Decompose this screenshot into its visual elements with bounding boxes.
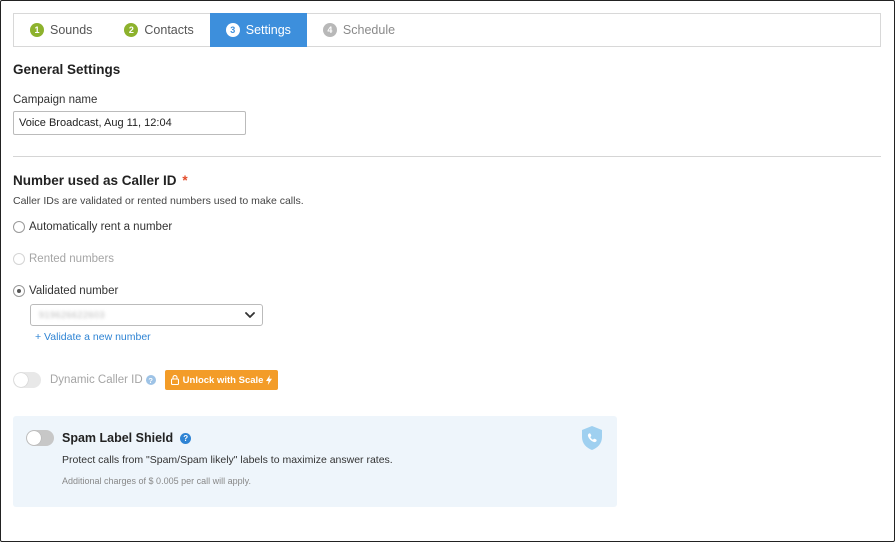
radio-rented-numbers: Rented numbers bbox=[13, 253, 114, 265]
radio-label: Validated number bbox=[29, 285, 119, 297]
validated-number-select[interactable]: 919626622603 bbox=[30, 304, 263, 326]
unlock-button-label: Unlock with Scale bbox=[182, 374, 264, 386]
radio-label: Rented numbers bbox=[29, 253, 115, 265]
caller-id-heading-text: Number used as Caller ID bbox=[13, 173, 177, 188]
lock-icon bbox=[170, 375, 179, 385]
tab-label: Settings bbox=[245, 23, 291, 37]
step-number-badge: 3 bbox=[225, 23, 240, 37]
spam-shield-toggle[interactable] bbox=[26, 430, 54, 446]
campaign-name-input[interactable] bbox=[13, 111, 246, 135]
dynamic-caller-id-label: Dynamic Caller ID bbox=[50, 374, 143, 386]
radio-button[interactable] bbox=[13, 285, 25, 297]
tab-schedule[interactable]: 4 Schedule bbox=[307, 14, 411, 46]
tab-sounds[interactable]: 1 Sounds bbox=[14, 14, 108, 46]
help-icon[interactable]: ? bbox=[145, 375, 156, 385]
unlock-with-scale-button[interactable]: Unlock with Scale bbox=[164, 370, 279, 390]
tab-settings[interactable]: 3 Settings bbox=[209, 13, 307, 47]
spam-shield-charges-note: Additional charges of $ 0.005 per call w… bbox=[62, 476, 251, 486]
dynamic-caller-id-row: Dynamic Caller ID ? Unlock with Scale bbox=[13, 370, 279, 390]
tab-label: Contacts bbox=[144, 23, 194, 37]
spam-label-shield-panel: Spam Label Shield ? Protect calls from "… bbox=[13, 416, 617, 507]
step-number-badge: 2 bbox=[124, 23, 139, 37]
validate-new-number-link[interactable]: + Validate a new number bbox=[35, 331, 151, 343]
dynamic-caller-id-toggle[interactable] bbox=[13, 372, 41, 388]
radio-validated-number[interactable]: Validated number bbox=[13, 285, 118, 297]
chevron-down-icon bbox=[245, 312, 255, 318]
step-number-badge: 4 bbox=[322, 23, 337, 37]
lightning-icon bbox=[266, 375, 273, 385]
help-icon[interactable]: ? bbox=[180, 432, 192, 444]
spam-shield-description: Protect calls from "Spam/Spam likely" la… bbox=[62, 454, 393, 466]
step-number-badge: 1 bbox=[30, 23, 44, 37]
radio-button[interactable] bbox=[13, 221, 25, 233]
tab-label: Sounds bbox=[50, 23, 93, 37]
required-asterisk: * bbox=[182, 173, 188, 188]
caller-id-description: Caller IDs are validated or rented numbe… bbox=[13, 195, 304, 207]
radio-button bbox=[13, 253, 25, 265]
general-settings-heading: General Settings bbox=[13, 62, 121, 77]
spam-shield-title-text: Spam Label Shield bbox=[62, 431, 174, 445]
caller-id-heading: Number used as Caller ID * bbox=[13, 173, 188, 188]
tab-label: Schedule bbox=[342, 23, 396, 37]
tab-contacts[interactable]: 2 Contacts bbox=[108, 14, 209, 46]
section-divider bbox=[13, 156, 881, 157]
shield-phone-icon bbox=[582, 426, 602, 450]
spam-shield-title: Spam Label Shield ? bbox=[62, 431, 192, 445]
wizard-tabs: 1 Sounds 2 Contacts 3 Settings 4 Schedul… bbox=[13, 13, 881, 47]
selected-number-value: 919626622603 bbox=[39, 310, 106, 320]
radio-auto-rent[interactable]: Automatically rent a number bbox=[13, 221, 172, 233]
campaign-name-label: Campaign name bbox=[13, 94, 98, 106]
radio-label: Automatically rent a number bbox=[29, 221, 173, 233]
